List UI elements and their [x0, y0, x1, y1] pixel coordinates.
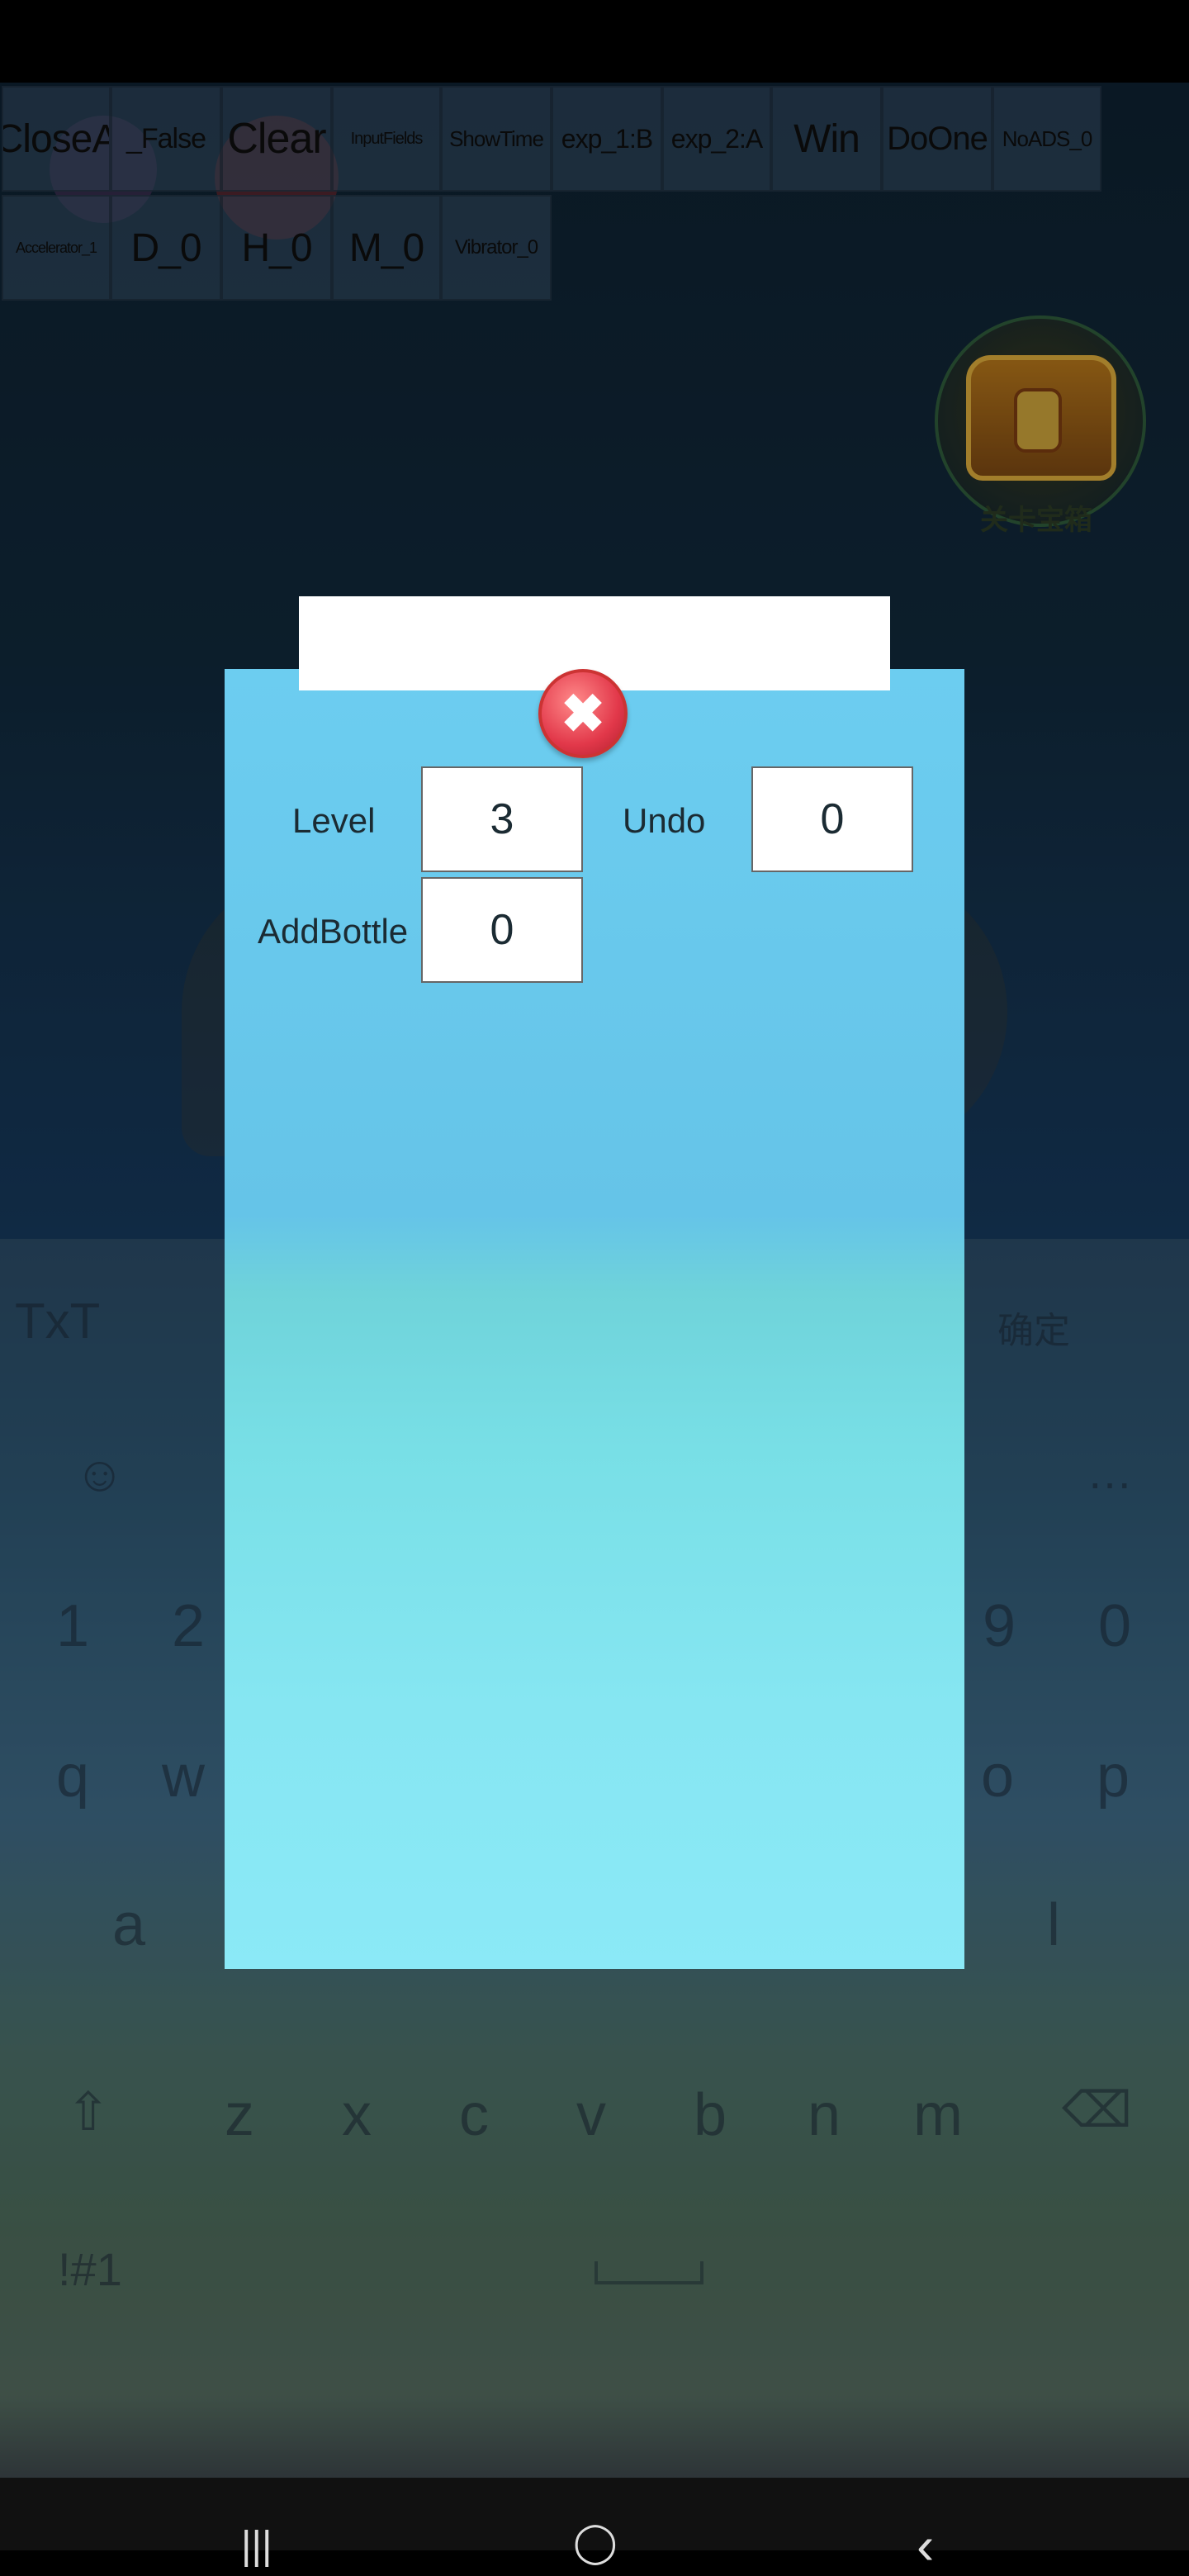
- key-c[interactable]: c: [459, 2081, 489, 2149]
- debug-button-false[interactable]: _False: [111, 86, 221, 192]
- debug-button-exp1[interactable]: exp_1:B: [552, 86, 662, 192]
- debug-button-closea[interactable]: CloseA: [2, 86, 111, 192]
- key-o[interactable]: o: [981, 1743, 1014, 1810]
- debug-button-label: Win: [793, 116, 860, 161]
- add-bottle-label: AddBottle: [258, 912, 409, 951]
- debug-button-h[interactable]: H_0: [221, 195, 332, 301]
- key-m[interactable]: m: [913, 2081, 963, 2149]
- key-1[interactable]: 1: [56, 1592, 89, 1660]
- spacebar[interactable]: [594, 2261, 703, 2284]
- backspace-icon[interactable]: ⌫: [1062, 2081, 1132, 2139]
- debug-button-label: DoOne: [887, 120, 988, 157]
- add-bottle-input[interactable]: 0: [421, 877, 583, 983]
- debug-button-label: exp_1:B: [561, 123, 653, 154]
- debug-button-doone[interactable]: DoOne: [882, 86, 992, 192]
- key-q[interactable]: q: [56, 1743, 89, 1810]
- debug-button-label: CloseA: [3, 116, 109, 161]
- symbols-key[interactable]: !#1: [58, 2242, 122, 2296]
- level-input[interactable]: 3: [421, 766, 583, 872]
- debug-button-inputfields[interactable]: InputFields: [332, 86, 441, 192]
- debug-button-showtime[interactable]: ShowTime: [441, 86, 552, 192]
- key-z[interactable]: z: [225, 2081, 254, 2149]
- recent-apps-icon[interactable]: |||: [241, 2523, 272, 2569]
- debug-button-accelerator[interactable]: Accelerator_1: [2, 195, 111, 301]
- debug-button-label: H_0: [241, 225, 312, 270]
- debug-button-label: Accelerator_1: [15, 239, 97, 256]
- debug-button-m[interactable]: M_0: [332, 195, 441, 301]
- keyboard-input-text[interactable]: TxT: [15, 1293, 100, 1350]
- debug-button-label: M_0: [348, 225, 424, 270]
- debug-button-exp2[interactable]: exp_2:A: [662, 86, 771, 192]
- debug-button-label: D_0: [130, 225, 201, 270]
- debug-button-label: ShowTime: [449, 126, 544, 151]
- key-w[interactable]: w: [162, 1743, 205, 1810]
- debug-button-win[interactable]: Win: [771, 86, 882, 192]
- level-label: Level: [292, 801, 376, 840]
- key-2[interactable]: 2: [172, 1592, 205, 1660]
- home-icon[interactable]: ◯: [573, 2519, 618, 2565]
- key-v[interactable]: v: [576, 2081, 606, 2149]
- debug-button-label: InputFields: [350, 129, 424, 148]
- key-9[interactable]: 9: [983, 1592, 1016, 1660]
- undo-label: Undo: [623, 801, 706, 840]
- debug-button-label: exp_2:A: [670, 123, 763, 154]
- debug-button-label: NoADS_0: [1002, 126, 1093, 151]
- close-button[interactable]: ✖: [538, 669, 628, 758]
- key-a[interactable]: a: [112, 1891, 145, 1959]
- back-icon[interactable]: ‹: [917, 2515, 934, 2576]
- key-x[interactable]: x: [342, 2081, 372, 2149]
- keyboard-confirm-button[interactable]: 确定: [997, 1301, 1070, 1354]
- emoji-icon[interactable]: ☺: [74, 1445, 125, 1502]
- close-icon: ✖: [561, 683, 605, 743]
- debug-button-label: _False: [126, 122, 206, 154]
- debug-button-clear[interactable]: Clear: [221, 86, 332, 192]
- debug-button-label: Clear: [227, 115, 326, 163]
- more-icon[interactable]: …: [1087, 1445, 1133, 1499]
- key-l[interactable]: l: [1047, 1891, 1060, 1959]
- key-p[interactable]: p: [1097, 1743, 1130, 1810]
- debug-button-vibrator[interactable]: Vibrator_0: [441, 195, 552, 301]
- key-0[interactable]: 0: [1098, 1592, 1131, 1660]
- debug-button-noads[interactable]: NoADS_0: [992, 86, 1101, 192]
- shift-icon[interactable]: ⇧: [66, 2081, 111, 2143]
- debug-button-label: Vibrator_0: [454, 236, 538, 259]
- key-n[interactable]: n: [808, 2081, 841, 2149]
- debug-button-d[interactable]: D_0: [111, 195, 221, 301]
- undo-input[interactable]: 0: [751, 766, 913, 872]
- key-b[interactable]: b: [694, 2081, 727, 2149]
